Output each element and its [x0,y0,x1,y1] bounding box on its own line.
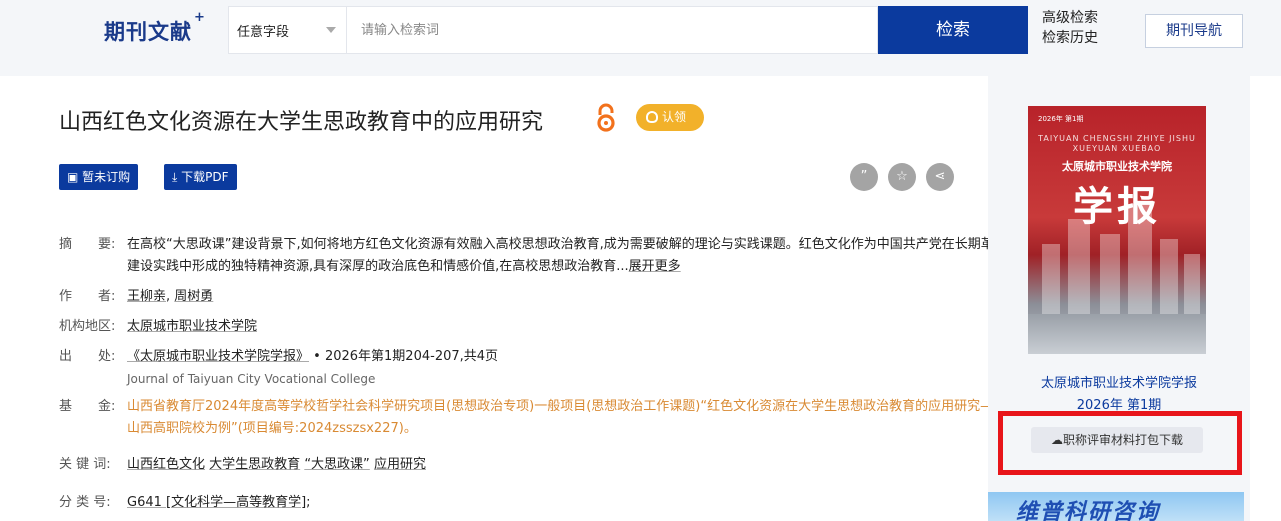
site-logo[interactable]: 期刊文献+ [104,10,205,46]
author-row: 作 者: 王柳亲, 周树勇 [59,286,979,308]
keyword-link[interactable]: “大思政课” [304,457,369,472]
abstract-label: 摘 要: [59,237,116,252]
pack-download-label: 职称评审材料打包下载 [1062,433,1183,447]
institution-link[interactable]: 太原城市职业技术学院 [127,319,257,334]
abstract-text: 在高校“大思政课”建设背景下,如何将地方红色文化资源有效融入高校思想政治教育,成… [127,237,1020,274]
keywords-value: 山西红色文化 大学生思政教育 “大思政课” 应用研究 [127,454,1027,476]
abstract-value: 在高校“大思政课”建设背景下,如何将地方红色文化资源有效融入高校思想政治教育,成… [127,234,1027,278]
article-title: 山西红色文化资源在大学生思政教育中的应用研究 [59,110,544,135]
top-header: 期刊文献+ 任意字段 检索 高级检索 检索历史 期刊导航 [0,0,1281,76]
download-pdf-label: 下载PDF [181,170,229,184]
share-icon[interactable]: ⋖ [926,163,954,191]
source-english: Journal of Taiyuan City Vocational Colle… [127,372,376,386]
cover-building [1184,254,1200,314]
download-icon: ⤓ [172,170,178,184]
author-link[interactable]: 周树勇 [174,289,213,304]
cover-building [1042,244,1060,314]
cover-en-line1: TAIYUAN CHENGSHI ZHIYE JISHU [1038,134,1196,143]
unsubscribed-label: 暂未订购 [82,170,131,184]
classification-link[interactable]: G641 [文化科学—高等教育学] [127,495,306,510]
author-label: 作 者: [59,289,116,304]
author-link[interactable]: 王柳亲 [127,289,166,304]
search-input[interactable] [349,7,869,53]
advanced-search-link[interactable]: 高级检索 [1042,8,1098,28]
source-value: 《太原城市职业技术学院学报》 • 2026年第1期204-207,共4页 Jour… [127,346,1027,391]
cover-en-line2: XUEYUAN XUEBAO [1072,144,1162,153]
institution-row: 机构地区: 太原城市职业技术学院 [59,316,979,338]
author-separator: , [166,289,171,304]
banner-text: 维普科研咨询 [1016,500,1161,521]
logo-plus: + [194,10,206,25]
cover-issue: 2026年 第1期 [1038,115,1084,123]
source-detail: • 2026年第1期204-207,共4页 [313,349,499,364]
keyword-link[interactable]: 大学生思政教育 [209,457,300,472]
fund-row: 基 金: 山西省教育厅2024年度高等学校哲学社会科学研究项目(思想政治专项)一… [59,396,1019,440]
star-icon[interactable]: ☆ [888,163,916,191]
logo-text: 期刊文献 [104,20,192,44]
expand-more-link[interactable]: 展开更多 [629,259,681,274]
fund-text[interactable]: 山西省教育厅2024年度高等学校哲学社会科学研究项目(思想政治专项)一般项目(思… [127,396,1027,440]
cover-building [1128,204,1152,314]
search-box: 任意字段 [228,6,878,54]
keywords-row: 关 键 词: 山西红色文化 大学生思政教育 “大思政课” 应用研究 [59,454,979,476]
search-history-link[interactable]: 检索历史 [1042,28,1098,48]
keyword-link[interactable]: 应用研究 [374,457,426,472]
search-button[interactable]: 检索 [878,6,1028,54]
claim-button[interactable]: 认领 [636,104,704,131]
source-journal-link[interactable]: 《太原城市职业技术学院学报》 [127,349,309,364]
pack-download-button[interactable]: ☁职称评审材料打包下载 [1031,427,1203,453]
quote-icon[interactable]: ” [850,163,878,191]
source-label: 出 处: [59,349,116,364]
cover-building [1160,239,1178,314]
fund-label: 基 金: [59,399,116,414]
cover-name: 太原城市职业技术学院 [1062,160,1172,173]
classification-separator: ; [306,495,311,510]
cover-english: TAIYUAN CHENGSHI ZHIYE JISHU XUEYUAN XUEB… [1028,134,1206,154]
field-select-label: 任意字段 [237,25,290,40]
source-row: 出 处: 《太原城市职业技术学院学报》 • 2026年第1期204-207,共4… [59,346,979,386]
sidebar-journal-link[interactable]: 太原城市职业技术学院学报 [988,372,1250,391]
journal-cover[interactable]: 2026年 第1期 TAIYUAN CHENGSHI ZHIYE JISHU XU… [1028,106,1206,354]
field-select[interactable]: 任意字段 [229,7,347,53]
claim-label: 认领 [662,110,687,124]
keyword-link[interactable]: 山西红色文化 [127,457,205,472]
cloud-download-icon: ☁ [1050,433,1063,447]
author-value: 王柳亲, 周树勇 [127,286,1027,308]
cart-icon: ▣ [67,170,79,184]
abstract-row: 摘 要: 在高校“大思政课”建设背景下,如何将地方红色文化资源有效融入高校思想政… [59,234,1020,278]
download-pdf-button[interactable]: ⤓ 下载PDF [164,164,237,190]
classification-row: 分 类 号: G641 [文化科学—高等教育学]; [59,492,979,514]
open-access-icon [597,103,615,132]
cover-big-title: 学报 [1073,184,1161,230]
caret-down-icon [326,27,336,33]
user-icon [646,111,658,123]
institution-value: 太原城市职业技术学院 [127,316,1027,338]
cover-city [1028,314,1206,354]
classification-value: G641 [文化科学—高等教育学]; [127,492,1027,514]
journal-nav-button[interactable]: 期刊导航 [1145,14,1243,48]
promo-banner[interactable]: 维普科研咨询 [988,492,1244,521]
cover-building [1100,234,1120,314]
classification-label: 分 类 号: [59,495,111,510]
search-links: 高级检索 检索历史 [1042,8,1098,48]
unsubscribed-button[interactable]: ▣ 暂未订购 [59,164,139,190]
institution-label: 机构地区: [59,319,116,334]
keywords-label: 关 键 词: [59,457,111,472]
cover-building [1068,219,1090,314]
